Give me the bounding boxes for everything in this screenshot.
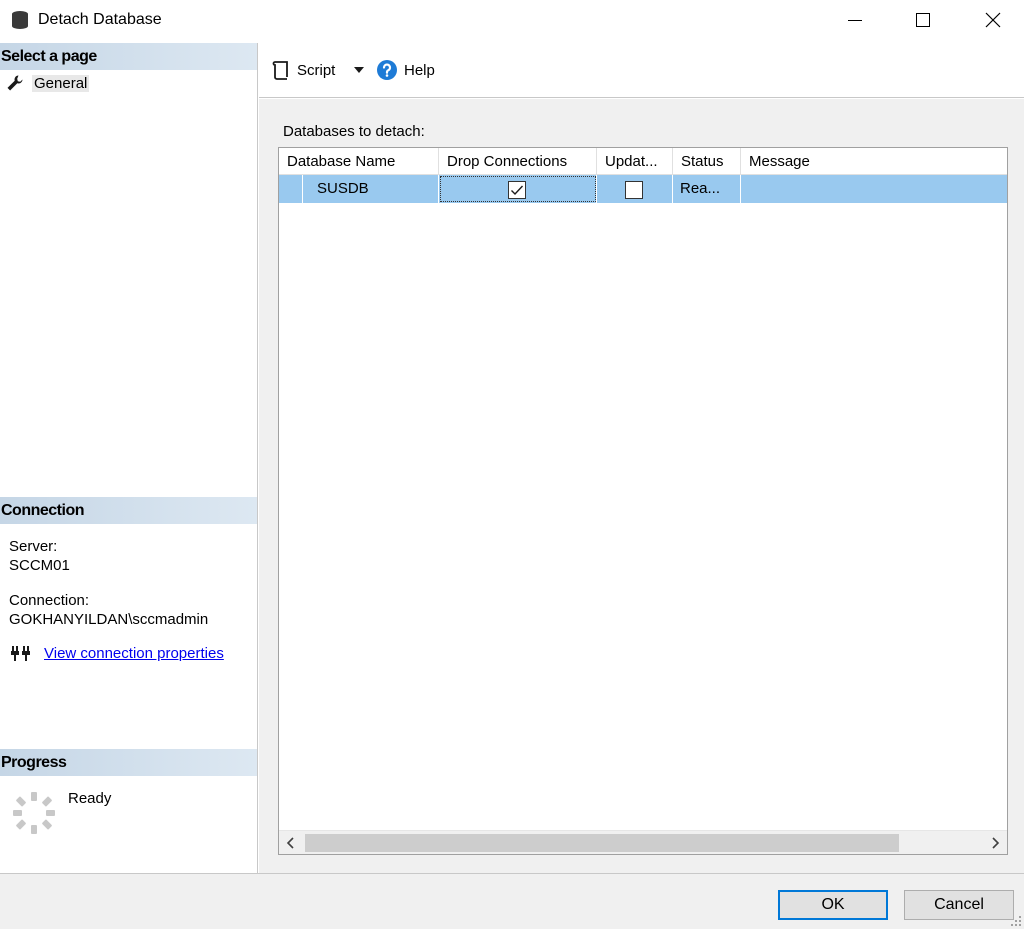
drop-connections-checkbox[interactable] — [508, 181, 526, 199]
cancel-button[interactable]: Cancel — [904, 890, 1014, 920]
help-label: Help — [404, 61, 435, 79]
script-button[interactable]: Script — [271, 57, 335, 83]
minimize-button[interactable] — [832, 0, 878, 40]
update-statistics-checkbox[interactable] — [625, 181, 643, 199]
close-button[interactable] — [970, 0, 1016, 40]
script-dropdown[interactable] — [353, 57, 365, 83]
maximize-button[interactable] — [900, 0, 946, 40]
horizontal-scrollbar[interactable] — [279, 830, 1007, 854]
ok-button[interactable]: OK — [778, 890, 888, 920]
scrollbar-thumb[interactable] — [305, 834, 899, 852]
view-connection-properties-link[interactable]: View connection properties — [44, 645, 224, 662]
select-page-header: Select a page — [0, 43, 257, 70]
cell-drop-connections — [439, 175, 597, 203]
view-connection-row: View connection properties — [10, 644, 224, 662]
progress-header: Progress — [0, 749, 257, 776]
grid-header: Database Name Drop Connections Updat... … — [279, 148, 1007, 175]
wrench-icon — [7, 75, 23, 91]
databases-grid[interactable]: Database Name Drop Connections Updat... … — [278, 147, 1008, 855]
progress-spinner-icon — [13, 792, 55, 834]
window-title: Detach Database — [38, 11, 162, 28]
plug-icon — [11, 646, 30, 661]
help-icon — [377, 60, 397, 80]
progress-status: Ready — [68, 790, 112, 807]
connection-value: GOKHANYILDAN\sccmadmin — [9, 611, 209, 628]
content-area: Databases to detach: Database Name Drop … — [259, 99, 1024, 873]
scroll-right-button[interactable] — [983, 831, 1007, 854]
server-value: SCCM01 — [9, 557, 70, 574]
page-item-label: General — [32, 74, 90, 92]
caret-down-icon — [354, 67, 364, 73]
script-icon — [272, 61, 288, 80]
chevron-right-icon — [992, 837, 1000, 849]
minimize-icon — [848, 20, 862, 21]
toolbar: Script Help — [259, 43, 1024, 98]
grid-caption: Databases to detach: — [283, 123, 425, 140]
dialog-button-bar: OK Cancel — [0, 873, 1024, 929]
column-header-update-statistics[interactable]: Updat... — [597, 148, 673, 175]
maximize-icon — [916, 13, 930, 27]
checkmark-icon — [511, 185, 524, 196]
left-pane: Select a page General Connection Server:… — [0, 43, 258, 873]
cell-update-statistics — [597, 175, 673, 203]
server-label: Server: — [9, 538, 58, 555]
chevron-left-icon — [286, 837, 294, 849]
scroll-left-button[interactable] — [279, 831, 303, 854]
cell-message — [741, 175, 1007, 203]
close-icon — [985, 12, 1001, 28]
connection-header: Connection — [0, 497, 257, 524]
cell-database-name: SUSDB — [303, 175, 439, 203]
column-header-drop-connections[interactable]: Drop Connections — [439, 148, 597, 175]
help-button[interactable]: Help — [376, 57, 435, 83]
connection-label: Connection: — [9, 592, 90, 609]
resize-grip-icon[interactable] — [1010, 915, 1022, 927]
column-header-status[interactable]: Status — [673, 148, 741, 175]
title-bar: Detach Database — [0, 0, 1024, 42]
database-icon — [12, 11, 28, 29]
script-label: Script — [297, 61, 336, 79]
column-header-message[interactable]: Message — [741, 148, 1007, 175]
table-row[interactable]: SUSDB Rea... — [279, 175, 1007, 203]
row-selector[interactable] — [279, 175, 303, 203]
column-header-database-name[interactable]: Database Name — [279, 148, 439, 175]
page-item-general[interactable]: General — [6, 72, 90, 94]
cell-status: Rea... — [673, 175, 741, 203]
